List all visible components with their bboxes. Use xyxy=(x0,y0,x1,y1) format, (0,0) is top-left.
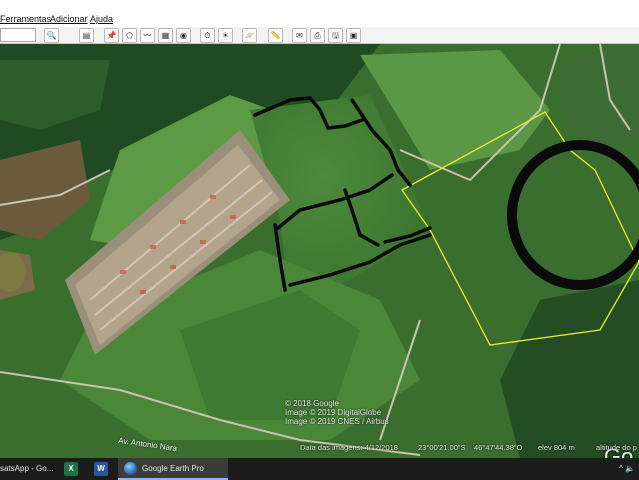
sunlight-icon[interactable]: ☀ xyxy=(218,28,233,43)
status-bar: Data das imagens: 4/12/2018 23°00'21.00"… xyxy=(296,441,639,454)
imagery-date: Data das imagens: 4/12/2018 xyxy=(300,443,398,452)
print-icon[interactable]: ⎙ xyxy=(310,28,325,43)
menu-bar: Ferramentas Adicionar Ajuda xyxy=(0,12,639,27)
search-icon[interactable]: 🔍 xyxy=(44,28,59,43)
menu-ferramentas[interactable]: Ferramentas xyxy=(0,14,51,24)
taskbar-label: Google Earth Pro xyxy=(142,464,204,473)
placemark-icon[interactable]: 📌 xyxy=(104,28,119,43)
satellite-imagery xyxy=(0,44,639,458)
search-input[interactable] xyxy=(0,28,36,42)
planets-icon[interactable]: 🪐 xyxy=(242,28,257,43)
save-image-icon[interactable]: 🖫 xyxy=(328,28,343,43)
sidebar-toggle-icon[interactable]: ▤ xyxy=(79,28,94,43)
latitude: 23°00'21.00"S xyxy=(418,443,466,452)
system-tray[interactable]: ^ 🔈 xyxy=(619,458,635,480)
menu-ajuda[interactable]: Ajuda xyxy=(90,14,113,24)
historical-imagery-icon[interactable]: ⏱ xyxy=(200,28,215,43)
elevation: elev 804 m xyxy=(538,443,575,452)
attribution: © 2018 Google Image © 2019 DigitalGlobe … xyxy=(285,399,389,426)
google-earth-icon xyxy=(124,462,137,475)
longitude: 46°47'44.38"O xyxy=(474,443,523,452)
word-icon[interactable]: W xyxy=(94,462,108,476)
email-icon[interactable]: ✉ xyxy=(292,28,307,43)
google-maps-icon[interactable]: ▣ xyxy=(346,28,361,43)
image-overlay-icon[interactable]: ▦ xyxy=(158,28,173,43)
record-tour-icon[interactable]: ◉ xyxy=(176,28,191,43)
path-icon[interactable]: 〰 xyxy=(140,28,155,43)
eye-altitude: altitude do p xyxy=(596,443,637,452)
map-view[interactable]: © 2018 Google Image © 2019 DigitalGlobe … xyxy=(0,44,639,458)
ruler-icon[interactable]: 📏 xyxy=(268,28,283,43)
polygon-icon[interactable]: ⬠ xyxy=(122,28,137,43)
taskbar-google-earth[interactable]: Google Earth Pro xyxy=(118,458,228,480)
toolbar: 🔍 ▤ 📌 ⬠ 〰 ▦ ◉ ⏱ ☀ 🪐 📏 ✉ ⎙ 🖫 ▣ xyxy=(0,27,639,44)
taskbar: satsApp - Go... X W Google Earth Pro ^ 🔈 xyxy=(0,458,639,480)
taskbar-whatsapp[interactable]: satsApp - Go... xyxy=(0,458,53,480)
excel-icon[interactable]: X xyxy=(64,462,78,476)
menu-adicionar[interactable]: Adicionar xyxy=(50,14,88,24)
